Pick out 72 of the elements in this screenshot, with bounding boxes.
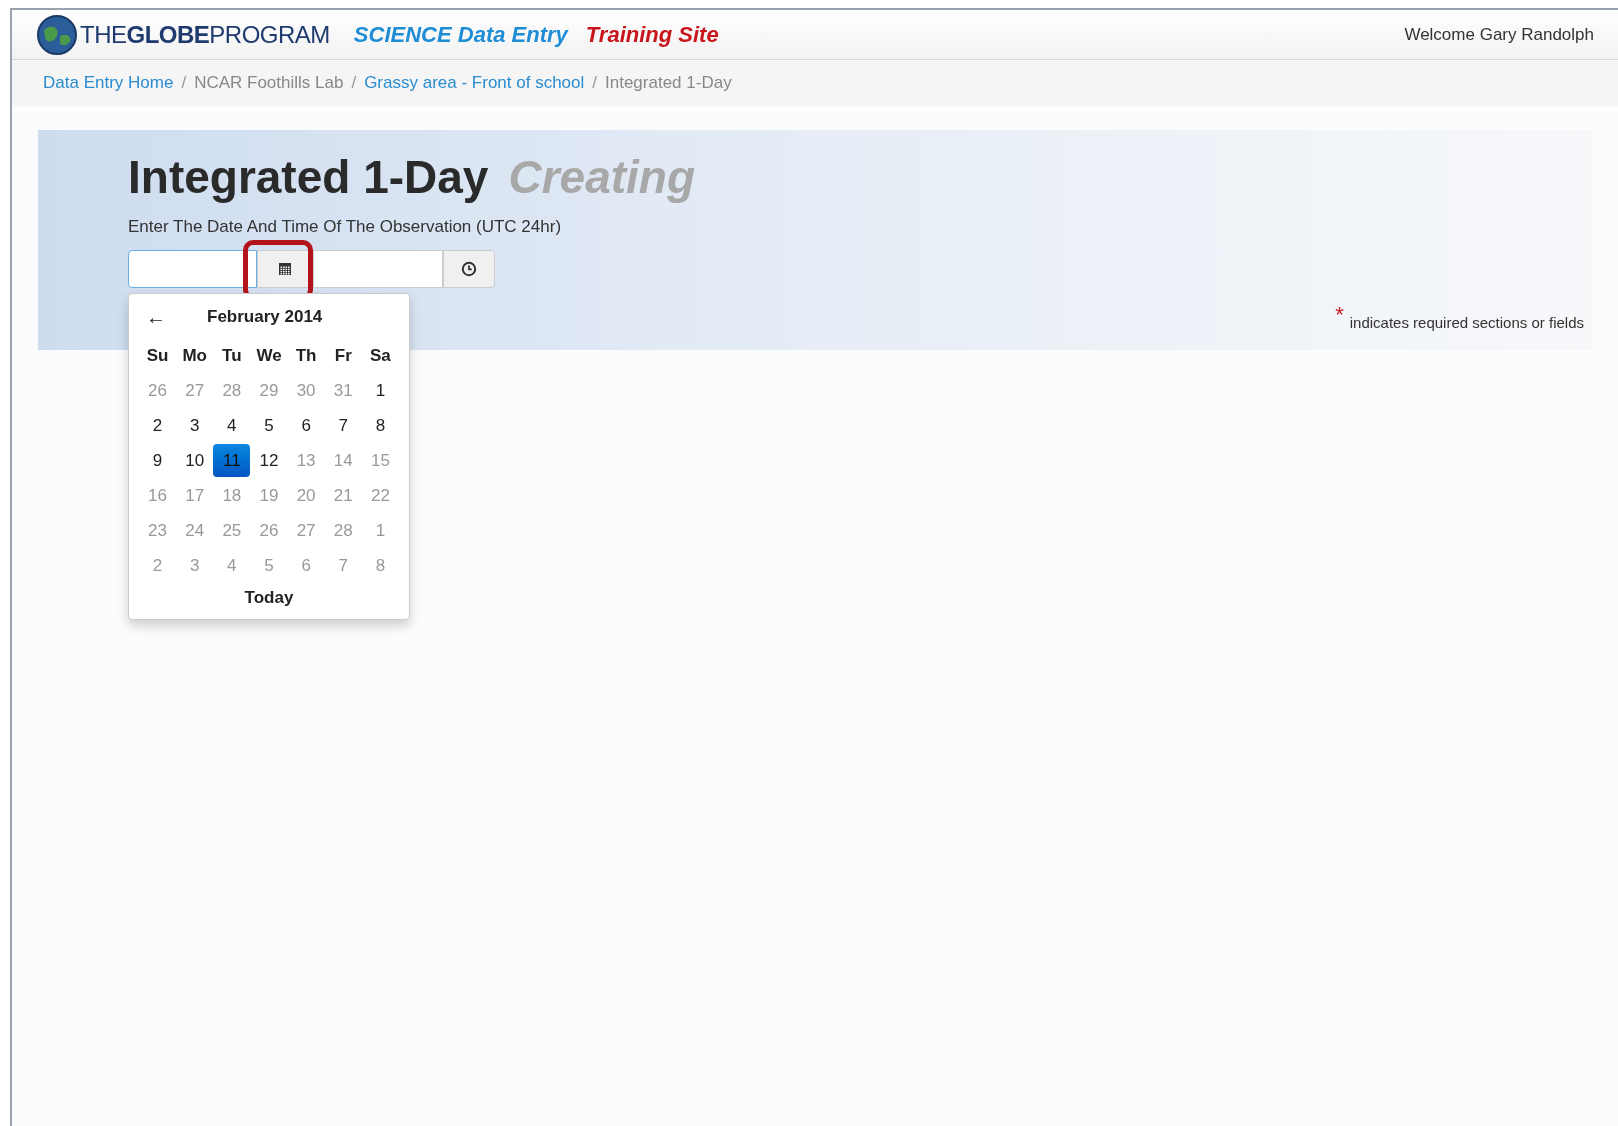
weekday-header: Mo	[181, 344, 208, 367]
calendar-day[interactable]: 29	[250, 374, 288, 407]
calendar-day[interactable]: 9	[139, 444, 177, 477]
calendar-icon	[278, 261, 292, 276]
date-input-field[interactable]	[128, 249, 257, 288]
calendar-day[interactable]: 19	[250, 479, 288, 512]
calendar-day[interactable]: 8	[361, 409, 399, 442]
calendar-day[interactable]: 26	[250, 514, 288, 547]
calendar-day[interactable]: 5	[250, 549, 288, 582]
calendar-day[interactable]: 30	[287, 374, 325, 407]
calendar-day[interactable]: 26	[139, 374, 177, 407]
previous-month-button[interactable]: ←	[139, 307, 173, 327]
app-title: SCIENCE Data Entry	[353, 21, 568, 49]
calendar-day[interactable]: 31	[324, 374, 362, 407]
clock-button[interactable]	[443, 249, 495, 288]
breadcrumb-separator: /	[592, 72, 597, 95]
time-input-field[interactable]	[313, 249, 443, 288]
calendar-day[interactable]: 10	[176, 444, 214, 477]
breadcrumb-link[interactable]: Grassy area - Front of school	[364, 70, 585, 96]
month-title[interactable]: February 2014	[207, 304, 323, 330]
breadcrumb-separator: /	[351, 72, 357, 95]
clock-icon	[461, 260, 477, 277]
calendar-day[interactable]: 1	[361, 514, 399, 547]
calendar-day[interactable]: 21	[324, 479, 362, 512]
breadcrumb-item: Integrated 1-Day	[605, 72, 732, 95]
calendar-day[interactable]: 3	[176, 409, 214, 442]
weekday-header: We	[255, 344, 283, 367]
calendar-day[interactable]: 24	[176, 514, 214, 547]
calendar-day[interactable]: 16	[139, 479, 177, 512]
calendar-day[interactable]: 6	[287, 409, 325, 442]
welcome-text: Welcome Gary Randolph	[1404, 23, 1594, 46]
calendar-day[interactable]: 8	[361, 549, 399, 582]
calendar-day[interactable]: 7	[324, 549, 362, 582]
calendar-day[interactable]: 11	[213, 444, 251, 477]
calendar-day[interactable]: 2	[139, 549, 177, 582]
calendar-day[interactable]: 14	[324, 444, 362, 477]
calendar-day[interactable]: 27	[287, 514, 325, 547]
calendar-day[interactable]: 5	[250, 409, 288, 442]
weekday-header: Tu	[221, 344, 243, 367]
globe-logo-icon	[36, 13, 78, 56]
calendar-day[interactable]: 27	[176, 374, 214, 407]
calendar-day[interactable]: 1	[361, 374, 399, 407]
calendar-day[interactable]: 3	[176, 549, 214, 582]
today-button[interactable]: Today	[238, 585, 300, 611]
calendar-day[interactable]: 7	[324, 409, 362, 442]
calendar-day[interactable]: 20	[287, 479, 325, 512]
logo-text: THEGLOBEPROGRAM	[80, 19, 330, 50]
weekday-header: Sa	[369, 344, 392, 367]
calendar-day[interactable]: 18	[213, 479, 251, 512]
calendar-day[interactable]: 28	[324, 514, 362, 547]
breadcrumb-separator: /	[181, 72, 187, 95]
calendar-day[interactable]: 4	[213, 409, 251, 442]
site-label: Training Site	[585, 21, 719, 49]
date-time-prompt: Enter The Date And Time Of The Observation (UTC 24hr)	[128, 216, 563, 238]
calendar-day[interactable]: 4	[213, 549, 251, 582]
breadcrumb-link[interactable]: Data Entry Home	[43, 70, 174, 96]
calendar-day[interactable]: 12	[250, 444, 288, 477]
calendar-day[interactable]: 22	[361, 479, 399, 512]
calendar-day[interactable]: 25	[213, 514, 251, 547]
weekday-header: Su	[145, 344, 170, 367]
calendar-day[interactable]: 23	[139, 514, 177, 547]
required-note: indicates required sections or fields	[1349, 312, 1584, 333]
calendar-day[interactable]: 6	[287, 549, 325, 582]
calendar-day[interactable]: 17	[176, 479, 214, 512]
required-asterisk: *	[1335, 305, 1344, 324]
weekday-header: Th	[294, 344, 318, 367]
calendar-day[interactable]: 28	[213, 374, 251, 407]
calendar-day[interactable]: 2	[139, 409, 177, 442]
calendar-day[interactable]: 13	[287, 444, 325, 477]
breadcrumb-item: NCAR Foothills Lab	[194, 72, 344, 95]
calendar-day[interactable]: 15	[361, 444, 399, 477]
weekday-header: Fr	[333, 344, 353, 367]
